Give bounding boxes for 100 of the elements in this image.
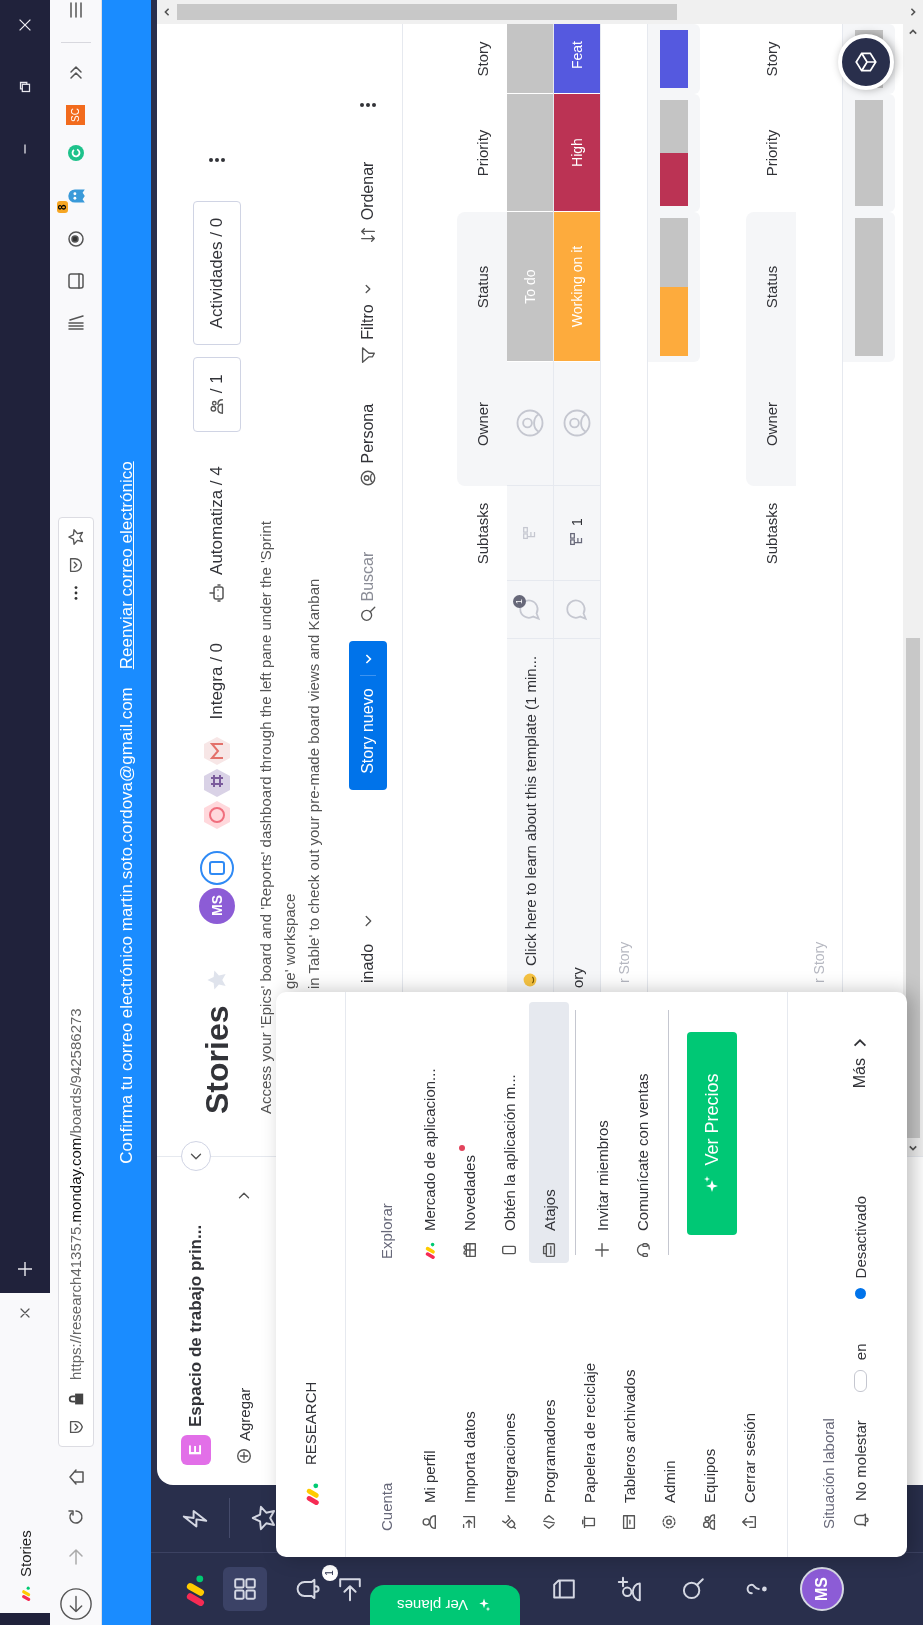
toggle-switch[interactable]	[853, 1370, 867, 1393]
automations-link[interactable]: Automatiza / 4	[207, 466, 227, 575]
menu-item[interactable]: Tableros archivados	[609, 1263, 649, 1535]
menu-item[interactable]: Papelera de reciclaje	[569, 1263, 609, 1535]
code-icon	[540, 1513, 558, 1531]
board-description: Access your 'Epics' board and 'Reports' dashboard through the left pane under the 'Sprint	[256, 520, 275, 1114]
menu-item[interactable]: Programadores	[529, 1263, 569, 1535]
menu-item[interactable]: Importa datos	[449, 1263, 489, 1535]
robot-icon	[207, 582, 227, 603]
back-icon[interactable]	[58, 1587, 93, 1621]
story-cell[interactable]	[507, 24, 553, 94]
filter-icon	[359, 345, 377, 364]
view-tab[interactable]: inado	[359, 943, 377, 983]
workspace-icon: E	[181, 1435, 211, 1465]
apps-grid-button[interactable]	[223, 1567, 267, 1611]
column-header[interactable]: Status	[746, 212, 796, 362]
comment-count: 1	[513, 595, 526, 608]
more-icon[interactable]	[358, 101, 378, 108]
scrollbar-thumb[interactable]	[906, 638, 920, 1138]
new-item-button[interactable]: Story nuevo	[349, 641, 387, 790]
settings-icon	[660, 1513, 678, 1531]
address-field[interactable]: https://research413575.monday.com/boards/942586273	[57, 517, 94, 1447]
gift-icon	[460, 1241, 478, 1259]
menu-item[interactable]: Atajos	[529, 1002, 569, 1263]
menu-item[interactable]: Mi perfil	[409, 1263, 449, 1535]
sort-button[interactable]: Ordenar	[359, 161, 377, 245]
browser-tab[interactable]: Stories	[0, 1293, 50, 1613]
vertical-scrollbar[interactable]	[157, 0, 923, 24]
grid-icon	[231, 1575, 259, 1603]
subtask-count: 1	[569, 518, 585, 526]
column-header[interactable]: Story	[457, 24, 507, 94]
section-title: Explorar	[378, 1202, 395, 1259]
column-header[interactable]: Priority	[746, 94, 796, 212]
search-field[interactable]: Buscar	[359, 521, 377, 624]
login-icon[interactable]	[336, 1575, 364, 1603]
members-button[interactable]: / 1	[193, 357, 241, 433]
board-description: in Table' to check out your pre-made board views and Kanban	[304, 577, 323, 989]
story-cell[interactable]: Feat	[554, 24, 600, 94]
user-avatar[interactable]: MS	[800, 1567, 844, 1611]
priority-cell[interactable]	[507, 94, 553, 212]
integration-avatar-icon[interactable]	[199, 849, 235, 886]
column-header[interactable]: Subtasks	[746, 486, 796, 581]
horizontal-scrollbar[interactable]	[903, 24, 923, 1156]
column-header[interactable]: Priority	[457, 94, 507, 212]
new-tab-icon[interactable]	[15, 1259, 35, 1279]
confirm-email-message: Confirma tu correo electrónico martin.soto.cordova@gmail.com	[116, 687, 137, 1164]
menu-item[interactable]: Admin	[649, 1263, 689, 1535]
menu-item[interactable]: Comunícate con ventas	[622, 1002, 662, 1263]
column-header[interactable]: Story	[746, 24, 796, 94]
add-circle-icon	[235, 1447, 253, 1465]
more-button[interactable]: Más	[851, 1034, 869, 1089]
person-icon	[420, 1513, 438, 1531]
plug-icon	[500, 1513, 518, 1531]
keyboard-icon	[540, 1241, 558, 1259]
cube-icon	[853, 49, 879, 75]
menu-item[interactable]: Mercado de aplicacion...	[409, 1002, 449, 1263]
team-icon	[700, 1513, 718, 1531]
library-icon[interactable]	[65, 312, 86, 333]
plus-icon	[593, 1241, 611, 1259]
column-header[interactable]: Owner	[746, 362, 796, 486]
reload-icon[interactable]	[65, 1507, 86, 1527]
activity-button[interactable]: Actividades / 0	[193, 200, 241, 346]
sort-icon	[359, 226, 377, 245]
menu-item[interactable]: Novedades	[449, 1002, 489, 1263]
status-dot-icon	[854, 1288, 866, 1300]
more-icon[interactable]	[207, 156, 227, 163]
account-icon[interactable]	[65, 228, 86, 249]
item-name[interactable]: Click here to learn about this template (1 min...	[521, 655, 539, 966]
search-icon	[359, 605, 377, 624]
person-filter-button[interactable]: Persona	[359, 403, 377, 488]
filter-button[interactable]: Filtro	[359, 280, 377, 364]
scrollbar-thumb[interactable]	[177, 4, 677, 20]
section-title: Situación laboral	[820, 1417, 837, 1529]
integrations-link[interactable]: Integra / 0	[207, 642, 227, 720]
board-description: ge' workspace	[280, 892, 299, 989]
organization-name: RESEARCH	[302, 1381, 319, 1465]
person-circle-icon	[359, 469, 377, 488]
sidebar-icon[interactable]	[65, 270, 86, 291]
import-icon	[460, 1513, 478, 1531]
section-title: Cuenta	[378, 1481, 395, 1531]
menu-item[interactable]: Integraciones	[489, 1263, 529, 1535]
add-person-icon[interactable]	[616, 1575, 644, 1603]
menu-item[interactable]: Equipos	[689, 1263, 729, 1535]
star-icon[interactable]	[250, 1504, 278, 1533]
add-button[interactable]: Agregar	[235, 1387, 253, 1465]
trash-icon	[580, 1513, 598, 1531]
status-value: Desactivado	[851, 1195, 869, 1279]
people-icon	[208, 397, 226, 416]
column-header[interactable]: Owner	[457, 362, 507, 486]
column-header[interactable]: Subtasks	[457, 486, 507, 581]
priority-cell[interactable]: High	[554, 94, 600, 212]
item-name[interactable]: ory	[568, 967, 586, 988]
bell-icon	[851, 1511, 869, 1529]
bookmark-star-icon[interactable]	[66, 528, 85, 546]
workspace-name[interactable]: Espacio de trabajo prin...	[186, 1224, 206, 1427]
column-header[interactable]: Status	[457, 212, 507, 362]
menu-item[interactable]: Cerrar sesión	[729, 1263, 769, 1535]
notification-badge: 1	[322, 1565, 338, 1581]
extension-badge: 8	[56, 201, 68, 213]
member-avatar[interactable]: MS	[199, 887, 235, 924]
